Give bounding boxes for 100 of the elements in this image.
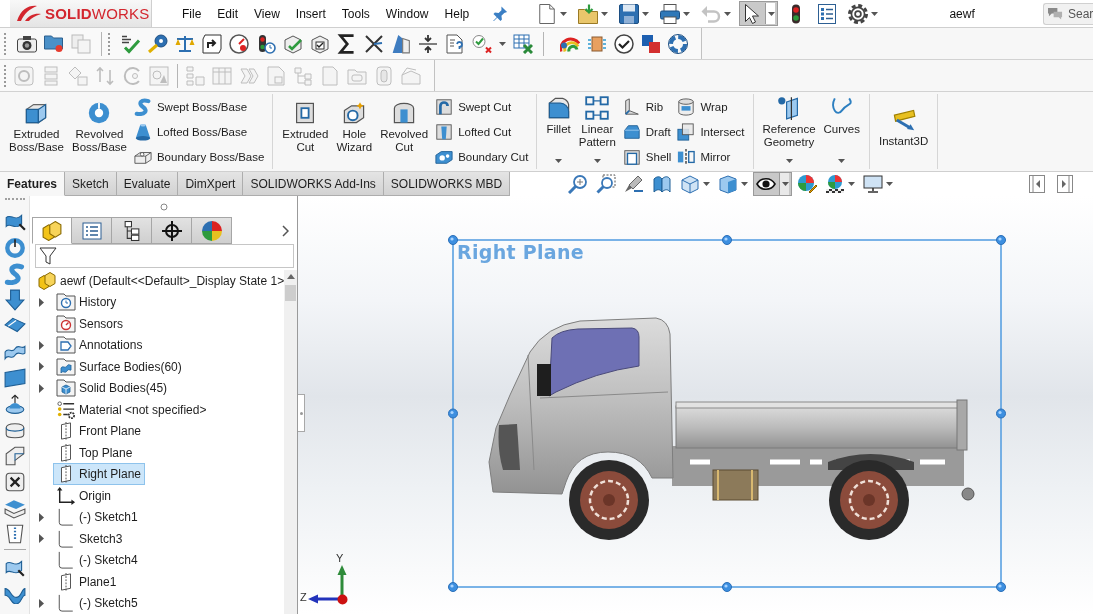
tree-item[interactable]: (-) Sketch4 (53, 549, 142, 572)
ribbon-button[interactable]: Boundary Cut (432, 144, 532, 169)
filter-field[interactable] (35, 244, 294, 268)
panel-left-icon[interactable] (1029, 175, 1045, 193)
tree-item[interactable]: (-) Sketch1 (53, 506, 142, 529)
ribbon-button[interactable]: Swept Cut (432, 94, 532, 119)
plane-boundary[interactable] (448, 235, 1006, 592)
ribbon-button[interactable]: Mirror (674, 144, 748, 169)
menu-item[interactable]: Insert (287, 0, 334, 27)
expand-arrow-icon[interactable] (38, 340, 44, 350)
ribbon-button[interactable]: Fillet (542, 94, 575, 169)
ribbon-button[interactable]: Extruded Cut (278, 94, 333, 169)
monitor-icon[interactable] (863, 174, 883, 194)
measuring-tape-icon[interactable] (148, 33, 168, 54)
expand-arrow-icon[interactable] (38, 297, 44, 307)
tree-item[interactable]: History (53, 291, 121, 314)
ribbon-button[interactable]: Revolved Cut (376, 94, 433, 169)
sphere-checker-icon[interactable] (825, 174, 845, 194)
panel-right-icon[interactable] (1057, 175, 1073, 193)
menu-item[interactable]: Window (377, 0, 437, 27)
ribbon-button[interactable]: Intersect (674, 119, 748, 144)
caret-icon[interactable] (768, 11, 776, 16)
shaded-cube-icon[interactable] (718, 174, 738, 194)
tree-item[interactable]: Origin (53, 484, 115, 507)
panel-splitter-handle[interactable] (298, 394, 305, 432)
crossed-arrows-icon[interactable] (364, 33, 384, 54)
ribbon-button[interactable]: Linear Pattern (574, 94, 620, 169)
tree-item[interactable]: Solid Bodies(45) (53, 377, 172, 400)
cube-checkbox-icon[interactable] (310, 33, 330, 54)
open-folder-icon[interactable] (578, 3, 599, 24)
traffic-light-clock-icon[interactable] (256, 33, 276, 54)
scroll-up-icon[interactable] (286, 274, 295, 279)
document-question-icon[interactable] (445, 33, 465, 54)
printer-icon[interactable] (660, 3, 681, 24)
box-cross-icon[interactable] (3, 471, 26, 493)
toolbar-button[interactable] (753, 172, 792, 196)
tab[interactable]: Sketch (65, 172, 117, 196)
ribbon-button[interactable]: Shell (619, 144, 675, 169)
tab[interactable]: SOLIDWORKS Add-Ins (243, 172, 384, 196)
bent-panel-icon[interactable] (3, 445, 26, 467)
tree-item[interactable]: Front Plane (53, 420, 146, 443)
ribbon-button[interactable]: Hole Wizard (332, 94, 377, 169)
scrollbar[interactable] (284, 270, 297, 614)
panels-icon[interactable] (391, 33, 411, 54)
tree-item[interactable]: Sensors (53, 312, 128, 335)
toolbar-button[interactable] (739, 1, 779, 26)
down-arrow-icon[interactable] (3, 289, 26, 311)
chevron-right-icon[interactable] (282, 224, 289, 237)
menu-item[interactable]: Edit (209, 0, 247, 27)
pin-icon[interactable] (493, 6, 509, 21)
tree-item[interactable]: aewf (Default<<Default>_Display State 1> (35, 270, 284, 292)
panel-tab[interactable] (112, 217, 152, 244)
caret-icon[interactable] (601, 11, 609, 16)
tab[interactable]: Features (0, 172, 66, 196)
tree-item[interactable]: Plane1 (53, 570, 121, 593)
tree-item[interactable]: Sketch3 (53, 527, 127, 550)
menu-item[interactable]: File (174, 0, 210, 27)
tab[interactable]: SOLIDWORKS MBD (383, 172, 511, 196)
caret-icon[interactable] (848, 182, 855, 186)
ribbon-button[interactable]: Swept Boss/Base (130, 94, 268, 119)
tree-item[interactable]: Surface Bodies(60) (53, 355, 186, 378)
dome-icon[interactable] (3, 393, 26, 415)
menu-item[interactable]: View (246, 0, 288, 27)
cube-tick-icon[interactable] (283, 33, 303, 54)
tab[interactable]: DimXpert (178, 172, 244, 196)
check-cross-icon[interactable] (472, 33, 492, 54)
truck-model[interactable] (486, 316, 976, 540)
flat-panel-icon[interactable] (3, 367, 26, 389)
drag-handle-icon[interactable] (159, 202, 168, 211)
toolbar-button[interactable] (860, 172, 896, 196)
ribbon-button[interactable]: Revolved Boss/Base (67, 94, 131, 169)
expand-arrow-icon[interactable] (38, 383, 44, 393)
arrow-panel-icon[interactable] (202, 33, 222, 54)
check-circle-icon[interactable] (614, 33, 634, 54)
scrollbar-thumb[interactable] (285, 285, 296, 301)
menu-item[interactable]: Help (436, 0, 478, 27)
expand-arrow-icon[interactable] (38, 362, 44, 372)
caret-icon[interactable] (782, 182, 789, 186)
tab[interactable]: Evaluate (116, 172, 179, 196)
segmented-ring-icon[interactable] (668, 33, 688, 54)
menu-item[interactable]: Tools (333, 0, 378, 27)
striped-panel-icon[interactable] (587, 33, 607, 54)
caret-icon[interactable] (741, 182, 748, 186)
save-icon[interactable] (619, 3, 640, 24)
camera-icon[interactable] (17, 33, 37, 54)
ribbon-button[interactable]: Boundary Boss/Base (130, 144, 268, 169)
caret-icon[interactable] (593, 159, 601, 163)
ribbon-button[interactable]: Lofted Boss/Base (130, 119, 268, 144)
tree-item[interactable]: Top Plane (53, 441, 137, 464)
ribbon-button[interactable]: Draft (619, 119, 675, 144)
table-cross-icon[interactable] (513, 33, 533, 54)
gauge-icon[interactable] (229, 33, 249, 54)
caret-icon[interactable] (499, 41, 506, 46)
panel-tab[interactable] (152, 217, 192, 244)
ribbon-button[interactable]: Rib (619, 94, 675, 119)
caret-icon[interactable] (871, 11, 879, 16)
caret-icon[interactable] (703, 182, 710, 186)
balance-scale-icon[interactable] (175, 33, 195, 54)
expand-arrow-icon[interactable] (38, 598, 44, 608)
ribbon-button[interactable]: Curves (819, 94, 864, 169)
